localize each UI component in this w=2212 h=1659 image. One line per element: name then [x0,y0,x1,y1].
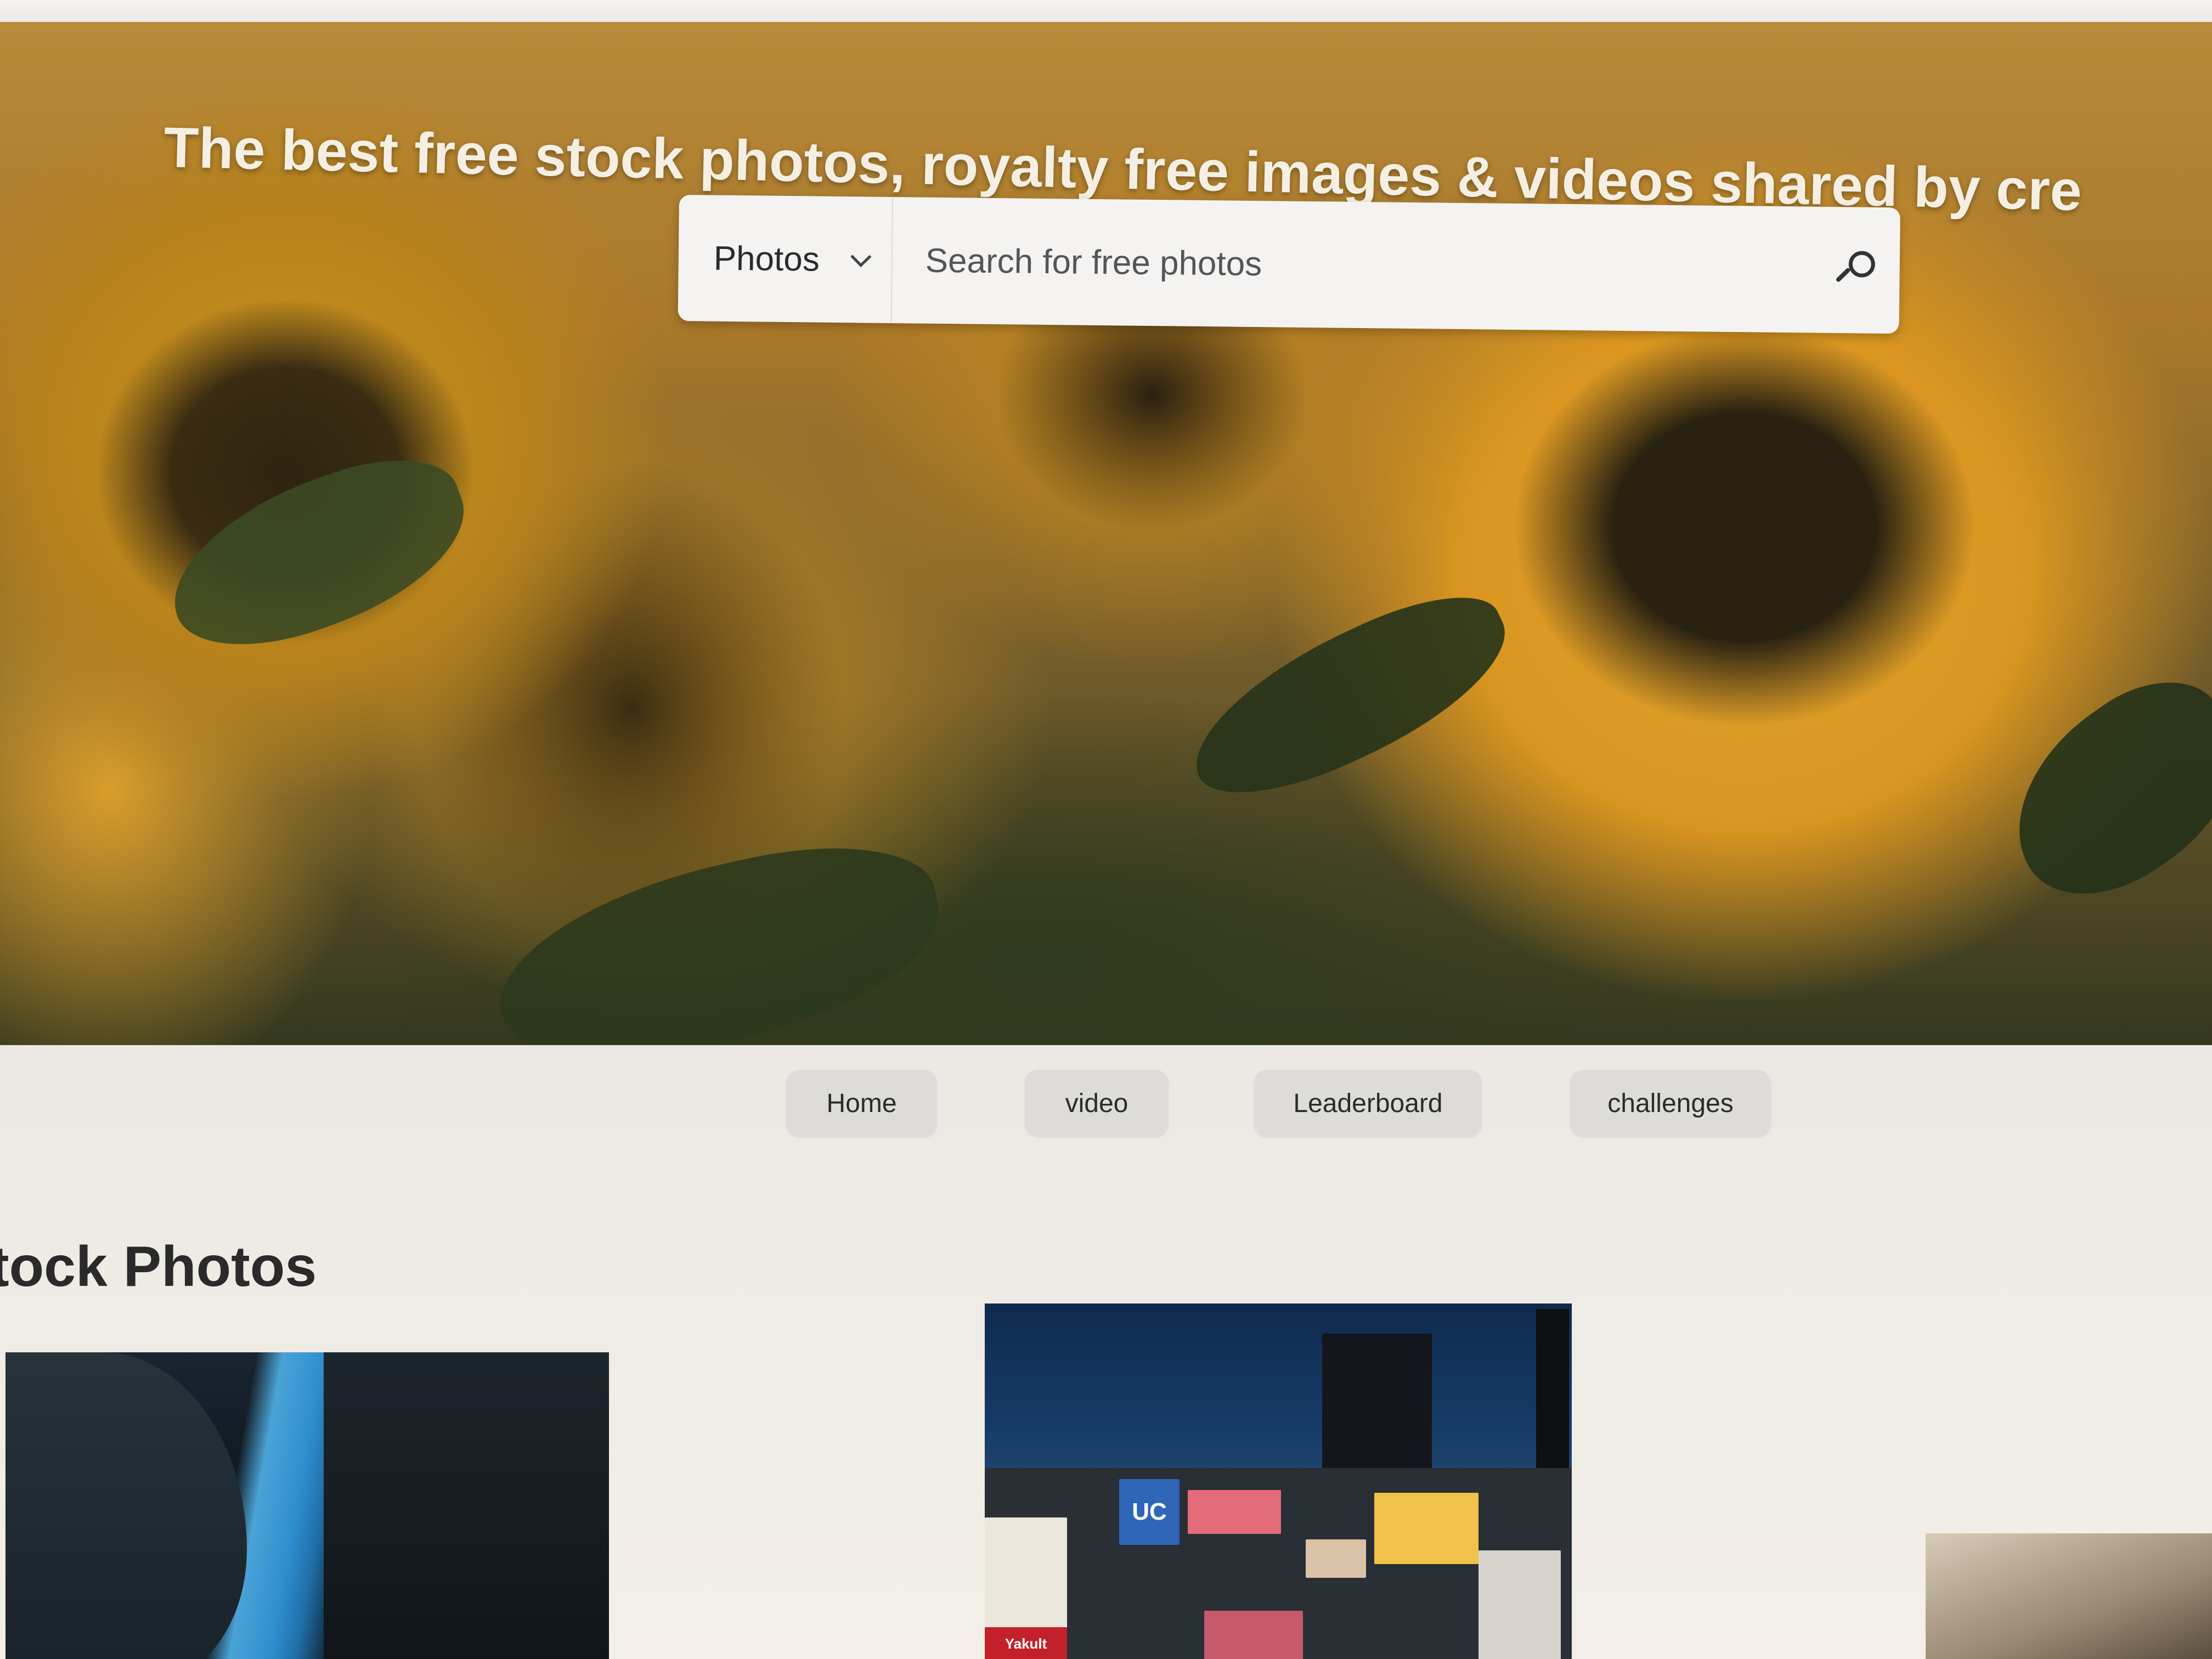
chevron-down-icon [850,246,872,268]
search-type-dropdown[interactable]: Photos [678,195,893,324]
search-input[interactable] [891,196,1813,334]
photo-sign [1479,1550,1561,1659]
photo-sign: Yakult [985,1627,1067,1659]
photo-sign: UC [1119,1479,1180,1545]
hero-leaf [1170,570,1530,823]
hero-leaf [1977,652,2212,928]
photo-sign [1204,1611,1303,1659]
search-type-label: Photos [713,239,820,279]
photo-city-night[interactable]: UC Yakult [985,1304,1572,1659]
search-bar: Photos [678,195,1900,334]
nav-video[interactable]: video [1025,1070,1169,1137]
photo-rock [324,1352,609,1659]
nav-leaderboard[interactable]: Leaderboard [1254,1070,1482,1137]
nav-home[interactable]: Home [786,1070,937,1137]
photo-partial[interactable] [1926,1533,2212,1659]
category-nav: Home video Leaderboard challenges [0,1070,2212,1147]
section-title: tock Photos [0,1235,317,1299]
photo-sign [1306,1539,1366,1578]
photo-rock [5,1352,247,1659]
photo-canyon-river[interactable] [5,1352,609,1659]
hero-leaf [480,822,957,1045]
photo-sign [1188,1490,1281,1534]
photo-sign [1374,1493,1479,1564]
search-button[interactable] [1811,207,1900,334]
search-icon [1835,251,1876,290]
hero-banner: The best free stock photos, royalty free… [0,22,2212,1045]
hero-leaf [149,435,487,674]
page: The best free stock photos, royalty free… [0,0,2212,1659]
nav-challenges[interactable]: challenges [1570,1070,1771,1137]
